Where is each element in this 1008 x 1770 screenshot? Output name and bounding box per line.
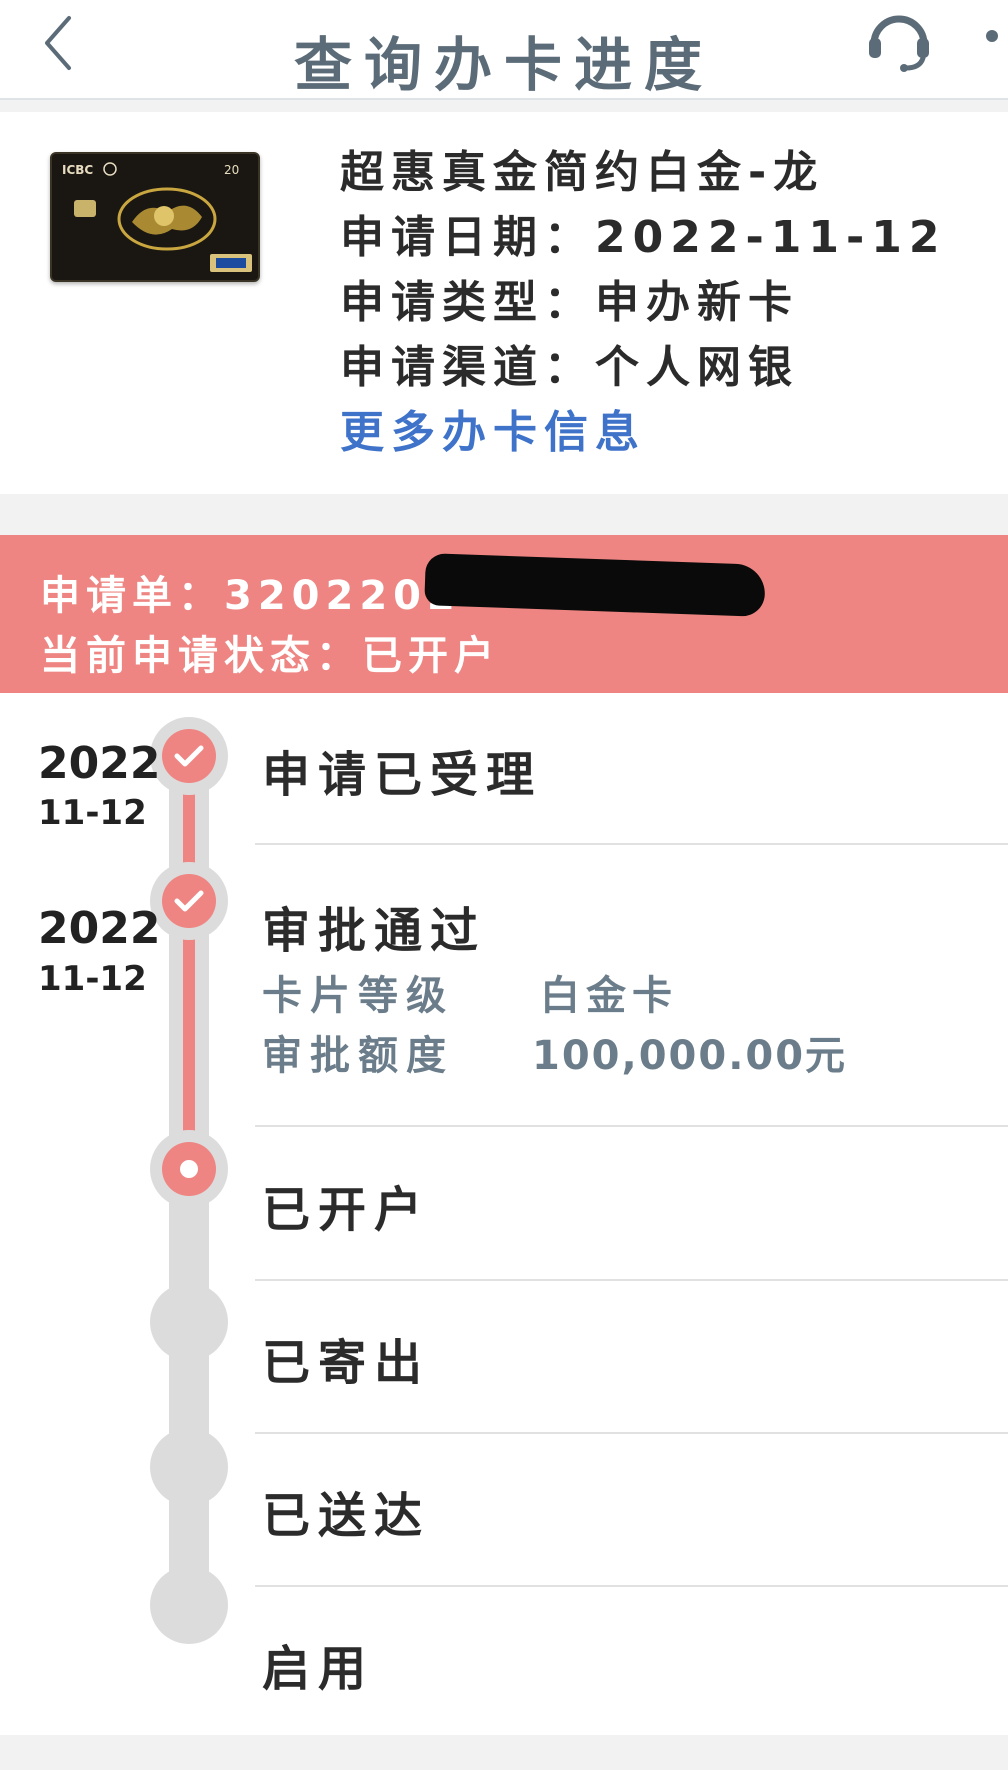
card-info-section: ICBC 20 超惠真金简约白金-龙 申请日期：2022-11-12 申请类型：… <box>0 112 1008 494</box>
more-card-info-link[interactable]: 更多办卡信息 <box>340 400 990 465</box>
more-menu-button[interactable] <box>986 30 998 42</box>
timeline-node-done <box>150 717 228 795</box>
timeline-node-pending <box>150 1283 228 1361</box>
card-brand-text: ICBC <box>62 163 93 177</box>
top-bar: 查询办卡进度 <box>0 0 1008 100</box>
step-date-day: 11-12 <box>38 793 147 833</box>
timeline-node-current <box>150 1130 228 1208</box>
current-status-value: 已开户 <box>362 633 500 679</box>
card-name: 超惠真金简约白金-龙 <box>340 147 825 198</box>
timeline-progress-fill <box>183 753 195 1165</box>
credit-card-image: ICBC 20 <box>50 152 260 282</box>
apply-channel-value: 个人网银 <box>595 342 799 393</box>
step-label: 审批通过 <box>262 903 487 959</box>
apply-type-row: 申请类型：申办新卡 <box>340 277 799 328</box>
step-label: 已送达 <box>262 1488 431 1544</box>
apply-date-value: 2022-11-12 <box>595 212 947 263</box>
redaction-scribble <box>424 553 766 617</box>
customer-service-button[interactable] <box>862 2 936 76</box>
step-label: 启用 <box>262 1641 375 1697</box>
check-icon <box>174 890 204 912</box>
step-label: 已寄出 <box>262 1335 431 1391</box>
divider <box>255 1279 1008 1281</box>
step-date-year: 2022 <box>38 903 161 954</box>
credit-limit-value: 100,000.00元 <box>532 1033 848 1079</box>
order-number-row: 申请单：3202202 <box>40 573 461 619</box>
apply-channel-row: 申请渠道：个人网银 <box>340 342 799 393</box>
card-level-label: 卡片等级 <box>262 973 454 1019</box>
current-status-row: 当前申请状态：已开户 <box>40 633 500 679</box>
divider <box>255 1585 1008 1587</box>
credit-limit-label: 审批额度 <box>262 1033 454 1079</box>
timeline-node-pending <box>150 1428 228 1506</box>
page-title: 查询办卡进度 <box>293 31 714 99</box>
divider <box>255 1125 1008 1127</box>
timeline-node-done <box>150 862 228 940</box>
application-status-banner: 申请单：3202202 当前申请状态：已开户 <box>0 535 1008 693</box>
apply-type-value: 申办新卡 <box>595 277 799 328</box>
card-number-text: 20 <box>224 163 239 177</box>
divider <box>255 843 1008 845</box>
headset-icon <box>869 15 929 72</box>
apply-date-row: 申请日期：2022-11-12 <box>340 212 947 263</box>
step-date-day: 11-12 <box>38 959 147 999</box>
check-icon <box>174 745 204 767</box>
step-date-year: 2022 <box>38 738 161 789</box>
card-info-text: 超惠真金简约白金-龙 申请日期：2022-11-12 申请类型：申办新卡 申请渠… <box>340 140 990 465</box>
step-label: 已开户 <box>262 1182 431 1238</box>
progress-timeline: 2022 11-12 申请已受理 2022 11-12 审批通过 卡片等级 白金… <box>0 693 1008 1735</box>
step-label: 申请已受理 <box>262 747 543 803</box>
timeline-node-pending <box>150 1566 228 1644</box>
divider <box>255 1432 1008 1434</box>
card-level-value: 白金卡 <box>540 973 678 1019</box>
